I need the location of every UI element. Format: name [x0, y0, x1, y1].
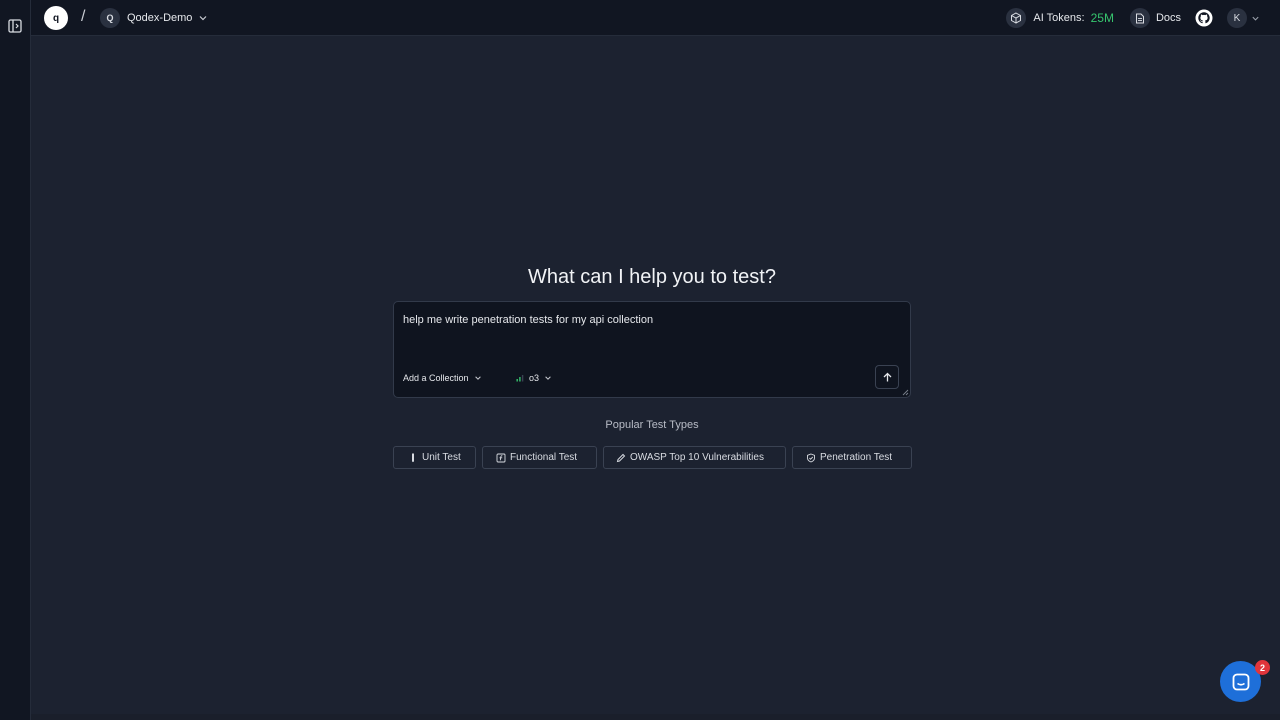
- ai-tokens-label: AI Tokens:: [1033, 12, 1085, 24]
- prompt-input[interactable]: help me write penetration tests for my a…: [393, 301, 911, 398]
- test-type-chips: Unit Test Functional Test OWASP Top 10 V…: [393, 446, 912, 469]
- shield-check-icon: [807, 453, 815, 462]
- docs-label: Docs: [1155, 12, 1181, 24]
- sidebar-toggle-icon[interactable]: [8, 19, 22, 33]
- chip-label: Unit Test: [422, 452, 461, 463]
- function-icon: [496, 453, 506, 462]
- footer-divider: [31, 714, 1280, 720]
- chip-functional-test[interactable]: Functional Test: [482, 446, 597, 469]
- signal-icon: [516, 375, 524, 382]
- chip-label: Penetration Test: [820, 452, 893, 463]
- user-menu[interactable]: K: [1227, 8, 1260, 28]
- add-collection-dropdown[interactable]: Add a Collection: [403, 370, 482, 386]
- header-actions: AI Tokens: 25M Docs K: [1006, 6, 1260, 30]
- workspace-selector[interactable]: Q Qodex-Demo: [100, 6, 208, 30]
- arrow-up-icon: [883, 372, 891, 381]
- workspace-name: Qodex-Demo: [127, 12, 193, 24]
- chip-owasp-top-10[interactable]: OWASP Top 10 Vulnerabilities: [603, 446, 786, 469]
- chip-unit-test[interactable]: Unit Test: [393, 446, 476, 469]
- pen-icon: [616, 453, 626, 462]
- chip-label: Functional Test: [510, 452, 578, 463]
- breadcrumb-separator: /: [81, 8, 86, 25]
- chevron-down-icon: [474, 376, 481, 380]
- send-button[interactable]: [875, 365, 899, 389]
- avatar: K: [1227, 8, 1247, 28]
- chip-label: OWASP Top 10 Vulnerabilities: [630, 452, 764, 463]
- sidebar: [0, 0, 31, 720]
- model-selector[interactable]: o3: [516, 370, 552, 386]
- cube-icon: [1006, 8, 1027, 28]
- chevron-down-icon: [199, 16, 207, 21]
- flask-icon: [412, 453, 414, 462]
- chip-penetration-test[interactable]: Penetration Test: [792, 446, 912, 469]
- docs-link[interactable]: Docs: [1129, 8, 1181, 28]
- page-title: What can I help you to test?: [528, 266, 776, 288]
- resize-handle-icon[interactable]: [901, 388, 909, 396]
- add-collection-label: Add a Collection: [403, 373, 469, 383]
- app-logo[interactable]: q: [44, 6, 68, 30]
- top-bar: q / Q Qodex-Demo AI Tokens: 25M Docs K: [31, 0, 1280, 36]
- chevron-down-icon: [545, 376, 551, 380]
- workspace-avatar: Q: [100, 8, 120, 28]
- document-icon: [1129, 8, 1150, 28]
- chevron-down-icon: [1252, 16, 1259, 21]
- popular-test-types-heading: Popular Test Types: [605, 419, 699, 431]
- github-icon[interactable]: [1195, 9, 1213, 27]
- chat-icon: [1232, 673, 1249, 690]
- notification-badge: 2: [1255, 660, 1270, 675]
- prompt-text[interactable]: help me write penetration tests for my a…: [403, 314, 653, 326]
- ai-tokens-value: 25M: [1090, 11, 1114, 25]
- model-label: o3: [529, 373, 540, 383]
